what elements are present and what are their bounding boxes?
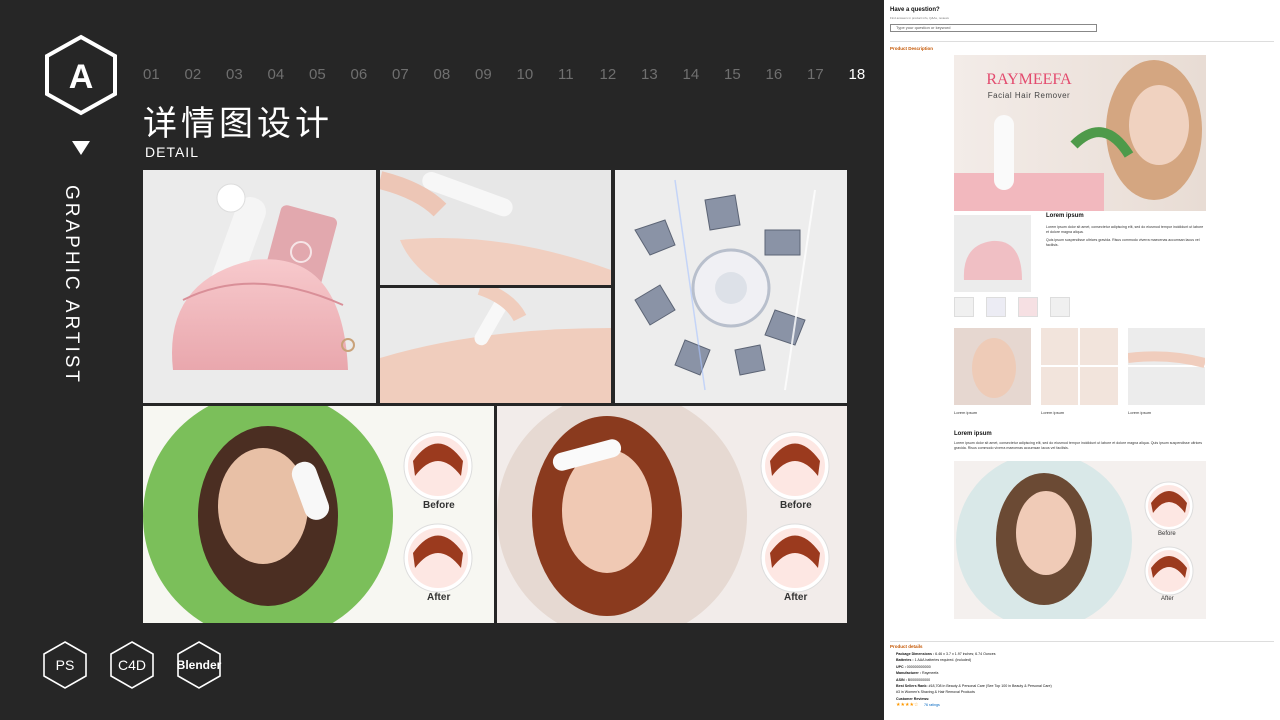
tool-label: PS <box>55 657 75 673</box>
before-after-banner: Before After <box>954 461 1206 619</box>
feature-image-2 <box>1041 328 1118 405</box>
tile-exploded-view <box>615 170 847 403</box>
divider <box>890 641 1274 642</box>
page-number[interactable]: 01 <box>143 66 185 83</box>
page-number[interactable]: 07 <box>392 66 434 83</box>
detail-row: Package Dimensions : 6.46 x 3.7 x 1.97 i… <box>896 652 996 656</box>
tool-label: C4D <box>117 657 146 673</box>
detail-key: Package Dimensions : <box>896 652 935 656</box>
feature-caption: Lorem ipsum <box>954 410 978 415</box>
lorem-heading: Lorem ipsum <box>1046 213 1084 219</box>
after-label: After <box>784 592 808 603</box>
detail-row: UPC : 000000000000 <box>896 665 931 669</box>
page-title: 详情图设计 <box>143 104 333 144</box>
detail-value: #3 in Women's Shaving & Hair Removal Pro… <box>896 690 975 695</box>
tile-before-after-2: Before After <box>497 406 847 623</box>
tile-before-after-1: Before After <box>143 406 494 623</box>
detail-row: Best Sellers Rank: #18,708 in Beauty & P… <box>896 684 1052 688</box>
detail-key: ASIN : <box>896 677 907 682</box>
page-number[interactable]: 13 <box>641 66 683 83</box>
page-number[interactable]: 10 <box>517 66 559 83</box>
description-heading: Product Description <box>890 46 934 51</box>
thumbnail[interactable] <box>1050 297 1070 317</box>
page-number[interactable]: 02 <box>185 66 227 83</box>
page-number[interactable]: 11 <box>558 66 600 83</box>
detail-row: #3 in Women's Shaving & Hair Removal Pro… <box>896 690 975 694</box>
before-label: Before <box>780 500 812 511</box>
vertical-label: GRAPHIC ARTIST <box>61 185 82 386</box>
question-hint: Find answers in product info, Q&As, revi… <box>890 16 949 20</box>
page-number[interactable]: 05 <box>309 66 351 83</box>
detail-row: Manufacturer : Raymeefa <box>896 671 938 675</box>
before-label: Before <box>423 500 455 511</box>
detail-value: Raymeefa <box>921 671 939 676</box>
tile-leg <box>380 288 611 403</box>
feature-caption: Lorem ipsum <box>1128 410 1152 415</box>
page-number[interactable]: 16 <box>766 66 808 83</box>
feature-image-3 <box>1127 328 1207 405</box>
down-triangle-icon <box>72 141 90 155</box>
hero-tagline: Facial Hair Remover <box>987 91 1071 100</box>
tool-badge-c4d: C4D <box>109 640 155 690</box>
thumb-strip <box>954 297 1070 317</box>
tool-label: Blender <box>176 658 222 672</box>
page-number[interactable]: 06 <box>351 66 393 83</box>
detail-row: Batteries : 1 AAA batteries required. (i… <box>896 658 971 662</box>
detail-value: 1 AAA batteries required. (included) <box>914 658 972 663</box>
page-number[interactable]: 04 <box>268 66 310 83</box>
pouch-thumb <box>954 215 1031 292</box>
tile-pouch <box>143 170 376 403</box>
detail-value: 000000000000 <box>906 664 931 669</box>
product-page-preview: Have a question? Find answers in product… <box>884 0 1280 720</box>
feature-image-1 <box>954 328 1031 405</box>
tool-badge-ps: PS <box>42 640 88 690</box>
detail-key: Batteries : <box>896 658 914 663</box>
detail-key: UPC : <box>896 664 906 669</box>
rating-stars: ★★★★☆ <box>896 702 919 708</box>
thumbnail[interactable] <box>986 297 1006 317</box>
page-number[interactable]: 03 <box>226 66 268 83</box>
page-number[interactable]: 12 <box>600 66 642 83</box>
hero-brand: RAYMEEFA <box>986 71 1072 88</box>
question-search-input[interactable]: Type your question or keyword <box>890 24 1097 32</box>
detail-value: #18,708 in Beauty & Personal Care (See T… <box>928 684 1052 688</box>
page-subtitle: DETAIL <box>145 144 199 160</box>
detail-value: 6.46 x 3.7 x 1.97 inches; 6.74 Ounces <box>935 652 996 656</box>
pouch-image <box>172 183 355 370</box>
lorem-paragraph-1: Lorem ipsum dolor sit amet, consectetur … <box>1046 225 1204 234</box>
software-tools: PS C4D Blender <box>42 640 222 690</box>
detail-key: Best Sellers Rank: <box>896 684 928 688</box>
after-label: After <box>427 592 451 603</box>
detail-row: ASIN : B0000000000 <box>896 678 930 682</box>
page-number[interactable]: 08 <box>434 66 476 83</box>
lorem2-heading: Lorem ipsum <box>954 431 992 437</box>
ratings-link[interactable]: 76 ratings <box>924 703 940 707</box>
hero-banner: RAYMEEFA Facial Hair Remover <box>954 55 1206 211</box>
page-number[interactable]: 09 <box>475 66 517 83</box>
detail-key: Customer Reviews: <box>896 696 930 701</box>
detail-row: Customer Reviews: <box>896 697 929 701</box>
lorem2-paragraph: Lorem ipsum dolor sit amet, consectetur … <box>954 441 1203 450</box>
page-number[interactable]: 15 <box>724 66 766 83</box>
artist-logo-icon: A <box>45 34 117 116</box>
detail-key: Manufacturer : <box>896 671 921 676</box>
page-number[interactable]: 14 <box>683 66 725 83</box>
thumbnail[interactable] <box>1018 297 1038 317</box>
thumbnail[interactable] <box>954 297 974 317</box>
after-label: After <box>1161 596 1174 602</box>
page-numbers: 01 02 03 04 05 06 07 08 09 10 11 12 13 14 15 16 17 18 <box>143 66 890 83</box>
lorem-paragraph-2: Quis ipsum suspendisse ultrices gravida.… <box>1046 238 1200 247</box>
tile-arm <box>380 170 611 285</box>
page-number[interactable]: 17 <box>807 66 849 83</box>
before-label: Before <box>1158 531 1176 537</box>
tool-badge-blender: Blender <box>176 640 222 690</box>
question-title: Have a question? <box>890 7 940 13</box>
divider <box>890 41 1274 42</box>
details-heading: Product details <box>890 644 923 649</box>
feature-caption: Lorem ipsum <box>1041 410 1065 415</box>
detail-value: B0000000000 <box>907 677 931 682</box>
logo-letter: A <box>69 58 94 96</box>
